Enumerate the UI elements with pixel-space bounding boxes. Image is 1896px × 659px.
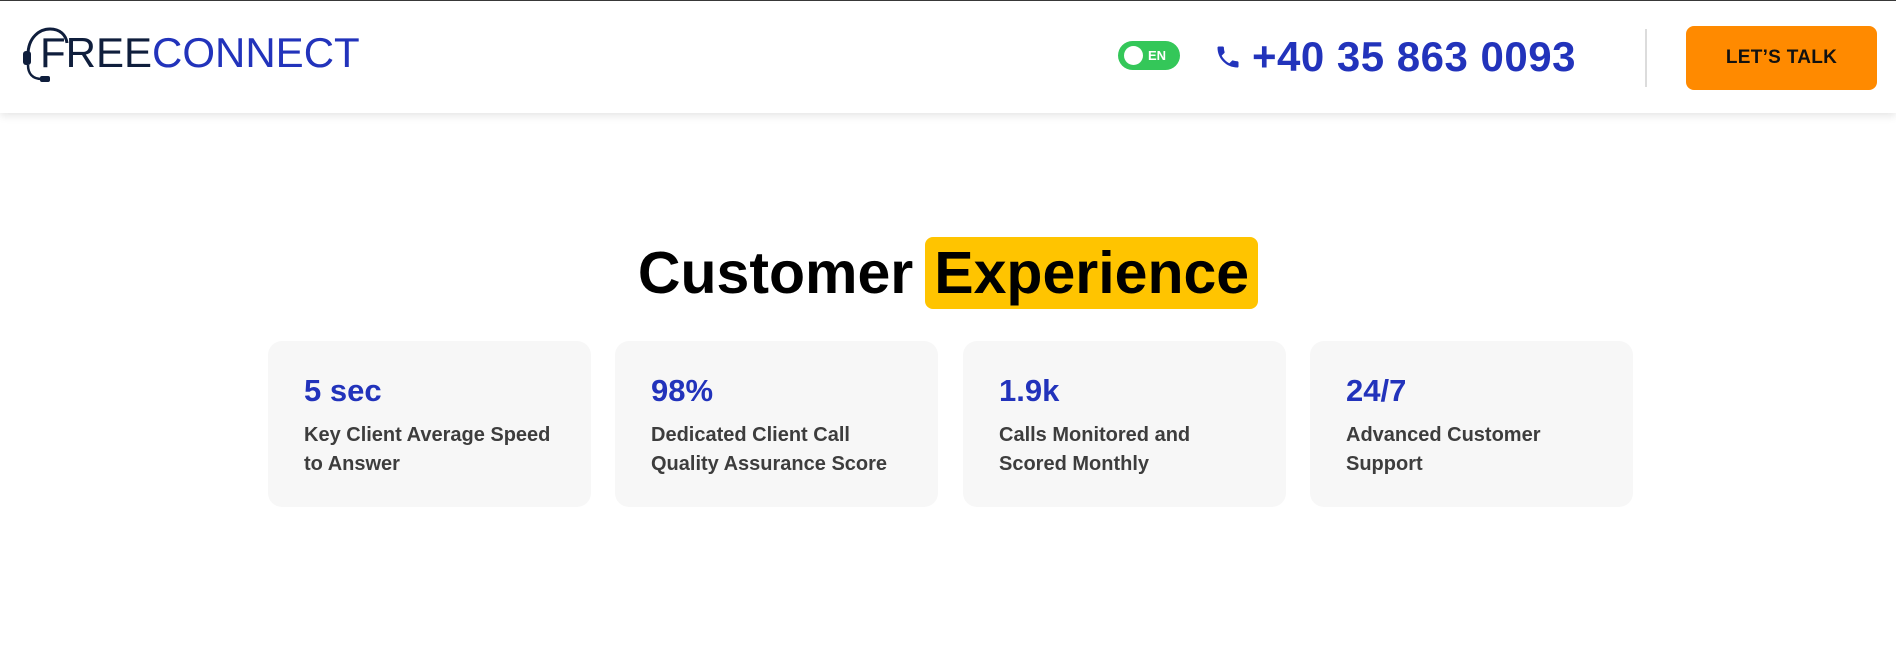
title-text: Customer <box>637 240 914 307</box>
language-label: EN <box>1148 48 1167 63</box>
header-divider <box>1645 29 1647 87</box>
stat-value: 98% <box>651 373 714 408</box>
stat-description: Dedicated Client Call Quality Assurance … <box>651 424 888 475</box>
logo-text-free: FREE <box>40 29 153 76</box>
stat-value: 5 sec <box>304 373 382 408</box>
lets-talk-button[interactable]: LET’S TALK <box>1686 26 1877 90</box>
logo-text-connect: CONNECT <box>152 29 360 76</box>
toggle-knob <box>1124 46 1143 65</box>
stat-card: 5 sec Key Client Average Speed to Answer <box>268 341 591 507</box>
title-highlight: Experience <box>925 237 1259 310</box>
language-toggle[interactable]: EN <box>1118 41 1180 70</box>
section-title: Customer Experience <box>0 233 1896 310</box>
logo-link[interactable]: FREECONNECT <box>22 23 360 83</box>
stat-description: Advanced Customer Support <box>1346 424 1541 475</box>
stat-description: Calls Monitored and Scored Monthly <box>999 424 1191 475</box>
stat-value: 1.9k <box>999 373 1060 408</box>
stats-row: 5 sec Key Client Average Speed to Answer… <box>268 341 1633 507</box>
stat-card: 24/7 Advanced Customer Support <box>1310 341 1633 507</box>
logo-text: FREECONNECT <box>40 32 360 74</box>
stat-card: 1.9k Calls Monitored and Scored Monthly <box>963 341 1286 507</box>
phone-number: +40 35 863 0093 <box>1252 33 1576 80</box>
site-header: FREECONNECT EN +40 35 863 0093 LET’S TAL… <box>0 1 1896 113</box>
phone-icon <box>1217 46 1239 68</box>
stat-description: Key Client Average Speed to Answer <box>304 424 551 475</box>
stat-card: 98% Dedicated Client Call Quality Assura… <box>615 341 938 507</box>
phone-link[interactable]: +40 35 863 0093 <box>1214 31 1576 83</box>
stat-value: 24/7 <box>1346 373 1407 408</box>
